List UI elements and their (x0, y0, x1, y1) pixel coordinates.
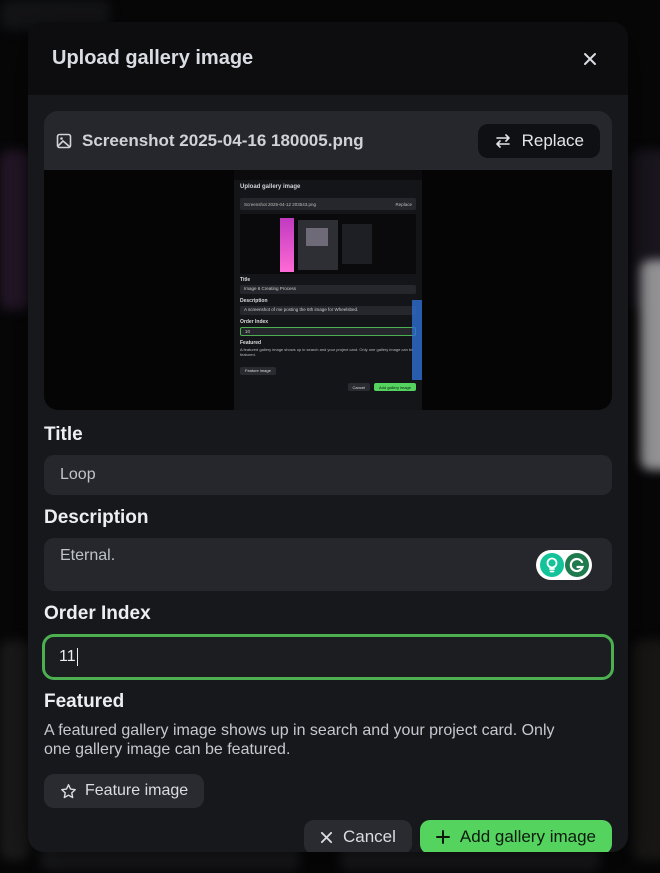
x-icon (320, 831, 333, 843)
title-label: Title (44, 424, 83, 445)
feature-image-label: Feature image (85, 782, 189, 799)
title-input[interactable]: Loop (44, 455, 612, 495)
file-name: Screenshot 2025-04-16 180005.png (82, 130, 364, 150)
preview-order-label: Order Index (240, 319, 269, 325)
replace-label: Replace (521, 130, 584, 150)
order-index-input[interactable]: 11 (42, 634, 614, 680)
preview-description-value: A screenshot of me posting the 6th image… (240, 306, 416, 315)
preview-nested-image (240, 214, 416, 274)
feature-image-button[interactable]: Feature image (44, 774, 205, 808)
cancel-label: Cancel (343, 827, 396, 846)
preview-screenshot: Upload gallery image Screenshot 2025-04-… (234, 170, 422, 410)
file-name-row: Screenshot 2025-04-16 180005.png (56, 131, 364, 151)
preview-title: Upload gallery image (240, 184, 301, 190)
description-label: Description (44, 507, 149, 528)
image-icon (56, 133, 72, 148)
description-textarea[interactable]: Eternal. (44, 538, 612, 591)
featured-label: Featured (44, 691, 125, 712)
preview-add: Add gallery image (373, 383, 416, 391)
preview-order-value: 10 (240, 327, 416, 336)
add-gallery-image-button[interactable]: Add gallery image (419, 820, 612, 852)
preview-title-value: Image 6 Creating Process (240, 285, 416, 294)
featured-description-line-1: A featured gallery image shows up in sea… (44, 722, 555, 739)
modal-actions: Cancel Add gallery image (44, 820, 612, 852)
replace-button[interactable]: Replace (477, 123, 600, 158)
lightbulb-icon[interactable] (539, 553, 564, 577)
file-bar: Screenshot 2025-04-16 180005.png Replace (44, 111, 612, 170)
grammarly-widget[interactable] (536, 550, 592, 580)
featured-description: A featured gallery image shows up in sea… (44, 721, 612, 759)
preview-title-label: Title (240, 277, 251, 283)
add-gallery-image-label: Add gallery image (459, 827, 596, 846)
star-icon (61, 783, 76, 798)
grammarly-icon[interactable] (564, 553, 589, 577)
preview-file-name: Screenshot 2025-04-12 203543.png (244, 201, 317, 207)
preview-cancel: Cancel (347, 383, 370, 391)
preview-description-label: Description (240, 298, 268, 304)
featured-description-line-2: one gallery image can be featured. (44, 741, 291, 758)
image-preview: Upload gallery image Screenshot 2025-04-… (44, 170, 612, 410)
modal-body: Screenshot 2025-04-16 180005.png Replace… (28, 95, 628, 852)
text-caret (76, 648, 78, 666)
preview-featured-desc: A featured gallery image shows up in sea… (240, 347, 414, 357)
modal-title: Upload gallery image (52, 47, 254, 69)
close-icon (584, 52, 596, 65)
order-index-label: Order Index (44, 603, 151, 624)
upload-gallery-modal: Upload gallery image Screenshot 2025-04-… (28, 22, 628, 852)
cancel-button[interactable]: Cancel (304, 820, 412, 852)
order-index-value: 11 (59, 648, 76, 665)
preview-feature-btn: Feature image (240, 366, 276, 375)
plus-icon (435, 830, 450, 844)
preview-file-bar: Screenshot 2025-04-12 203543.png Replace (240, 198, 416, 210)
preview-replace: Replace (395, 201, 412, 207)
file-preview-card: Screenshot 2025-04-16 180005.png Replace… (44, 111, 612, 410)
close-button[interactable] (576, 45, 604, 73)
modal-header: Upload gallery image (28, 22, 628, 95)
description-value: Eternal. (60, 547, 116, 564)
swap-icon (495, 133, 510, 148)
preview-actions: Cancel Add gallery image (234, 379, 422, 395)
preview-featured-label: Featured (240, 340, 262, 346)
